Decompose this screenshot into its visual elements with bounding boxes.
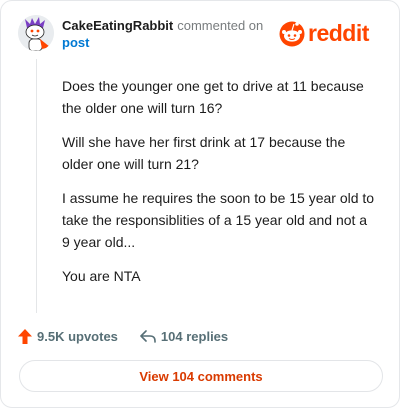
upvote-count: 9.5K upvotes [37,328,118,344]
author-name[interactable]: CakeEatingRabbit [62,18,173,33]
view-comments-button[interactable]: View 104 comments [19,360,383,392]
reply-arrow-icon [140,329,156,343]
replies-button[interactable]: 104 replies [140,329,228,344]
snoo-avatar-icon [18,15,54,51]
reddit-wordmark-logo: reddit [279,20,370,47]
comment-paragraph: Will she have her first drink at 17 beca… [62,134,346,172]
comment-paragraph: You are NTA [62,268,141,284]
comment-paragraph: Does the younger one get to drive at 11 … [62,78,364,116]
post-link[interactable]: post [62,35,89,50]
comment-actions: 9.5K upvotes 104 replies [18,327,228,345]
reply-count: 104 replies [160,328,229,344]
thread-line [36,59,37,313]
reddit-logo[interactable]: reddit [279,19,385,52]
comment-body: Does the younger one get to drive at 11 … [62,75,377,299]
comment-card: CakeEatingRabbit commented on post reddit… [0,0,400,408]
upvote-arrow-icon [18,328,32,344]
user-avatar[interactable] [18,15,54,51]
upvote-button[interactable]: 9.5K upvotes [18,328,118,344]
comment-paragraph: I assume he requires the soon to be 15 y… [62,190,375,250]
comment-header: CakeEatingRabbit commented on [62,18,263,33]
reddit-wordmark-text: reddit [308,20,370,46]
commented-on-text: commented on [177,18,264,33]
reddit-snoo-icon [279,21,305,47]
